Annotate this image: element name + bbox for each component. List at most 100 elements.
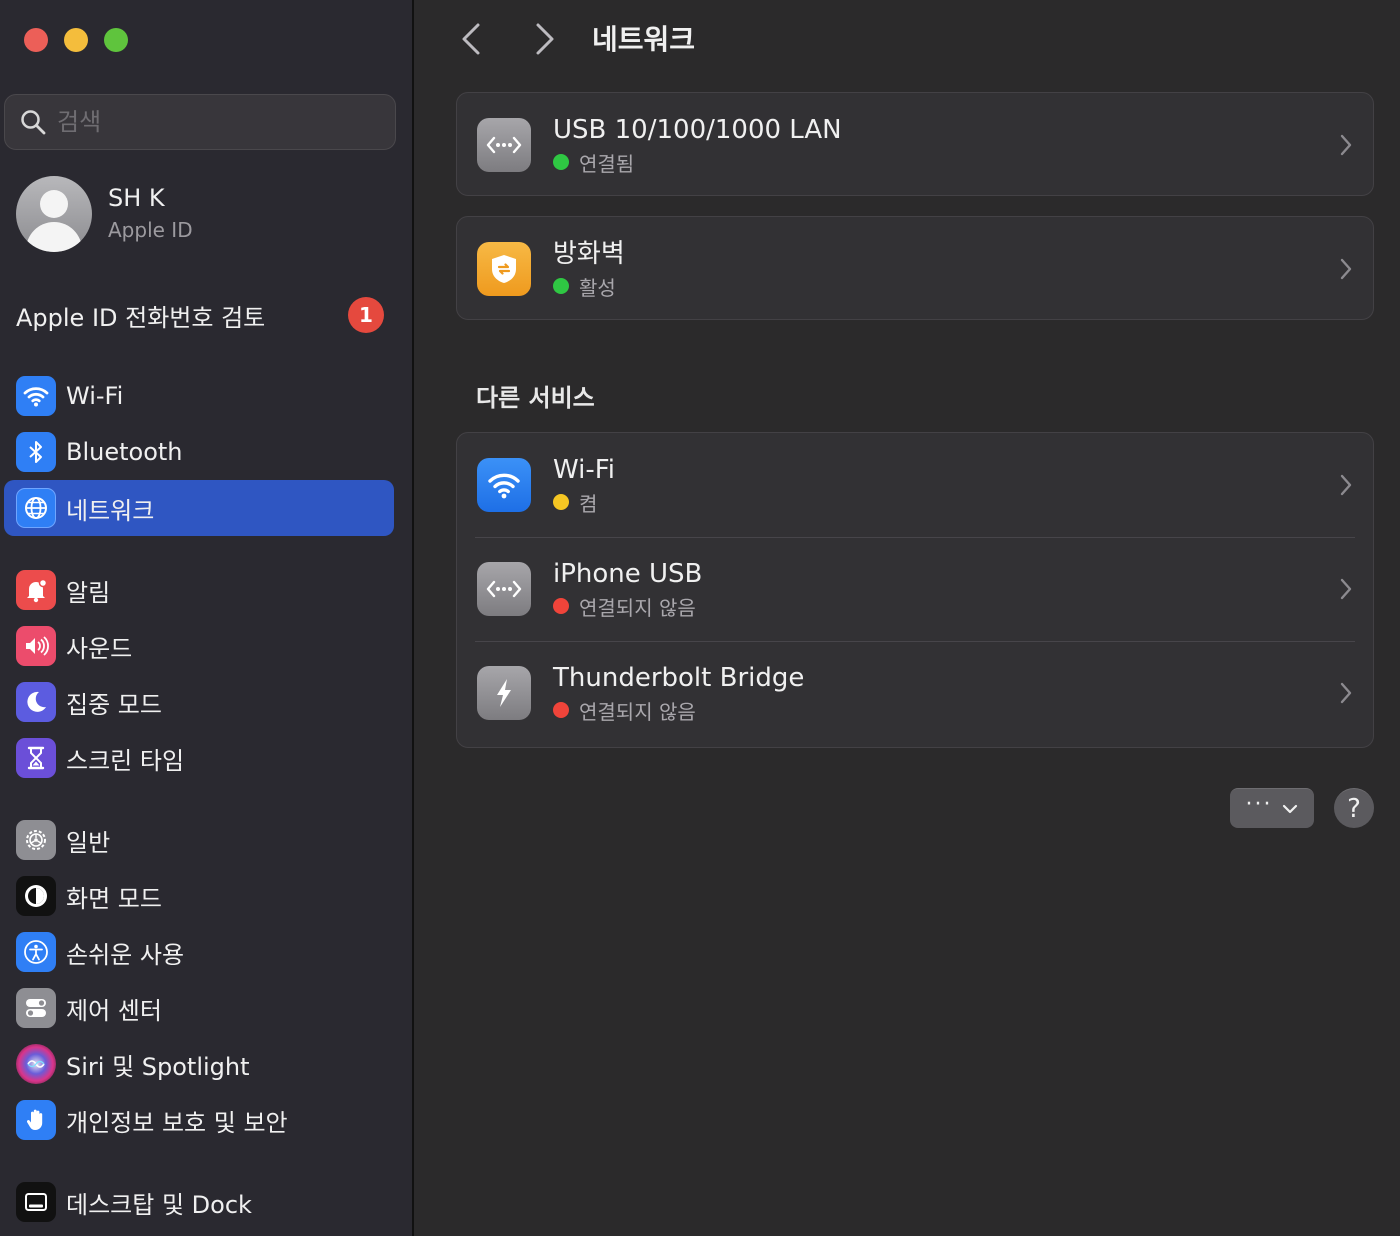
sidebar-item-label: 일반 [66,828,111,857]
chevron-right-icon [536,23,554,55]
speaker-icon [16,626,56,666]
help-button[interactable]: ? [1334,788,1374,828]
chevron-right-icon [1337,255,1355,283]
moon-icon [16,682,56,722]
service-status: 연결되지 않음 [579,595,696,620]
sidebar-item-label: Bluetooth [66,438,183,466]
service-title: Thunderbolt Bridge [553,662,805,693]
minimize-window-button[interactable] [64,28,88,52]
sidebar-item-label: 제어 센터 [66,996,162,1025]
close-window-button[interactable] [24,28,48,52]
sidebar-item-notifications[interactable]: 알림 [4,562,394,618]
sidebar-item-siri-spotlight[interactable]: Siri 및 Spotlight [4,1036,394,1092]
status-dot [553,278,569,294]
connection-card-firewall: 방화벽 활성 [456,216,1374,320]
chevron-down-icon [1283,804,1298,813]
firewall-icon [477,242,531,296]
appearance-icon [16,876,56,916]
apple-id-profile[interactable]: SH K Apple ID [16,176,193,252]
profile-name: SH K [108,184,165,212]
search-input[interactable] [57,108,357,136]
sidebar-item-label: Wi-Fi [66,382,124,410]
sidebar-item-label: 네트워크 [66,496,155,525]
search-icon [21,110,46,135]
sidebar-item-label: 집중 모드 [66,690,162,719]
bell-icon [16,570,56,610]
service-row-firewall[interactable]: 방화벽 활성 [457,217,1373,321]
service-status: 연결되지 않음 [579,699,696,724]
more-actions-button[interactable]: ··· [1230,788,1314,828]
sidebar-item-network[interactable]: 네트워크 [4,480,394,536]
sidebar-item-accessibility[interactable]: 손쉬운 사용 [4,924,394,980]
chevron-right-icon [1337,575,1355,603]
sidebar-item-bluetooth[interactable]: Bluetooth [4,424,394,480]
sidebar-item-label: Siri 및 Spotlight [66,1052,250,1081]
wifi-icon [16,376,56,416]
service-row-iphone-usb[interactable]: iPhone USB 연결되지 않음 [457,537,1373,641]
toggles-icon [16,988,56,1028]
siri-icon [16,1044,56,1084]
chevron-left-icon [462,23,480,55]
back-button[interactable] [456,22,488,56]
hand-icon [16,1100,56,1140]
service-status: 켬 [579,491,598,516]
ethernet-icon [477,118,531,172]
zoom-window-button[interactable] [104,28,128,52]
chevron-right-icon [1337,679,1355,707]
sidebar-item-control-center[interactable]: 제어 센터 [4,980,394,1036]
sidebar-item-privacy-security[interactable]: 개인정보 보호 및 보안 [4,1092,394,1148]
service-row-thunderbolt-bridge[interactable]: Thunderbolt Bridge 연결되지 않음 [457,641,1373,745]
sidebar-item-wifi[interactable]: Wi-Fi [4,368,394,424]
sidebar-item-label: 데스크탑 및 Dock [66,1190,252,1219]
sidebar-item-label: 알림 [66,578,111,607]
review-label: Apple ID 전화번호 검토 [16,303,266,332]
sidebar-group-notifications: 알림 사운드 집중 모드 스크린 타임 [4,562,394,786]
sidebar-item-label: 스크린 타임 [66,746,185,775]
window-controls [24,28,128,52]
status-dot [553,598,569,614]
sidebar-item-screen-time[interactable]: 스크린 타임 [4,730,394,786]
hourglass-icon [16,738,56,778]
apple-id-review-item[interactable]: Apple ID 전화번호 검토 1 [16,296,384,334]
profile-subtitle: Apple ID [108,218,193,242]
ethernet-icon [477,562,531,616]
status-dot [553,154,569,170]
accessibility-icon [16,932,56,972]
sidebar-item-label: 개인정보 보호 및 보안 [66,1108,288,1137]
service-title: USB 10/100/1000 LAN [553,114,842,145]
gear-icon [16,820,56,860]
section-title-other-services: 다른 서비스 [476,384,595,412]
sidebar-item-focus[interactable]: 집중 모드 [4,674,394,730]
service-title: 방화벽 [553,238,625,269]
sidebar-item-label: 화면 모드 [66,884,162,913]
sidebar-item-general[interactable]: 일반 [4,812,394,868]
forward-button[interactable] [528,22,560,56]
sidebar-item-sound[interactable]: 사운드 [4,618,394,674]
wifi-icon [477,458,531,512]
dock-icon [16,1182,56,1222]
service-status: 활성 [579,275,616,300]
sidebar-group-connectivity: Wi-Fi Bluetooth 네트워크 [4,368,394,536]
chevron-right-icon [1337,471,1355,499]
sidebar-item-label: 손쉬운 사용 [66,940,185,969]
notification-badge: 1 [348,297,384,333]
other-services-list: Wi-Fi 켬 iPhone USB 연결되지 않음 Thunderbolt B… [456,432,1374,748]
service-title: Wi-Fi [553,454,616,485]
thunderbolt-icon [477,666,531,720]
sidebar-item-desktop-dock[interactable]: 데스크탑 및 Dock [4,1174,394,1230]
service-row-wifi[interactable]: Wi-Fi 켬 [457,433,1373,537]
globe-icon [16,488,56,528]
sidebar-item-label: 사운드 [66,634,133,663]
avatar [16,176,92,252]
sidebar-item-appearance[interactable]: 화면 모드 [4,868,394,924]
status-dot [553,702,569,718]
toolbar: 네트워크 [416,0,1400,80]
page-title: 네트워크 [592,23,696,56]
service-row-usb-lan[interactable]: USB 10/100/1000 LAN 연결됨 [457,93,1373,197]
sidebar: SH K Apple ID Apple ID 전화번호 검토 1 Wi-Fi B… [0,0,414,1236]
service-title: iPhone USB [553,558,703,589]
search-field[interactable] [4,94,396,150]
sidebar-group-system: 일반 화면 모드 손쉬운 사용 제어 센터 Siri 및 Spotlight 개… [4,812,394,1148]
bluetooth-icon [16,432,56,472]
ellipsis-icon: ··· [1245,791,1273,817]
